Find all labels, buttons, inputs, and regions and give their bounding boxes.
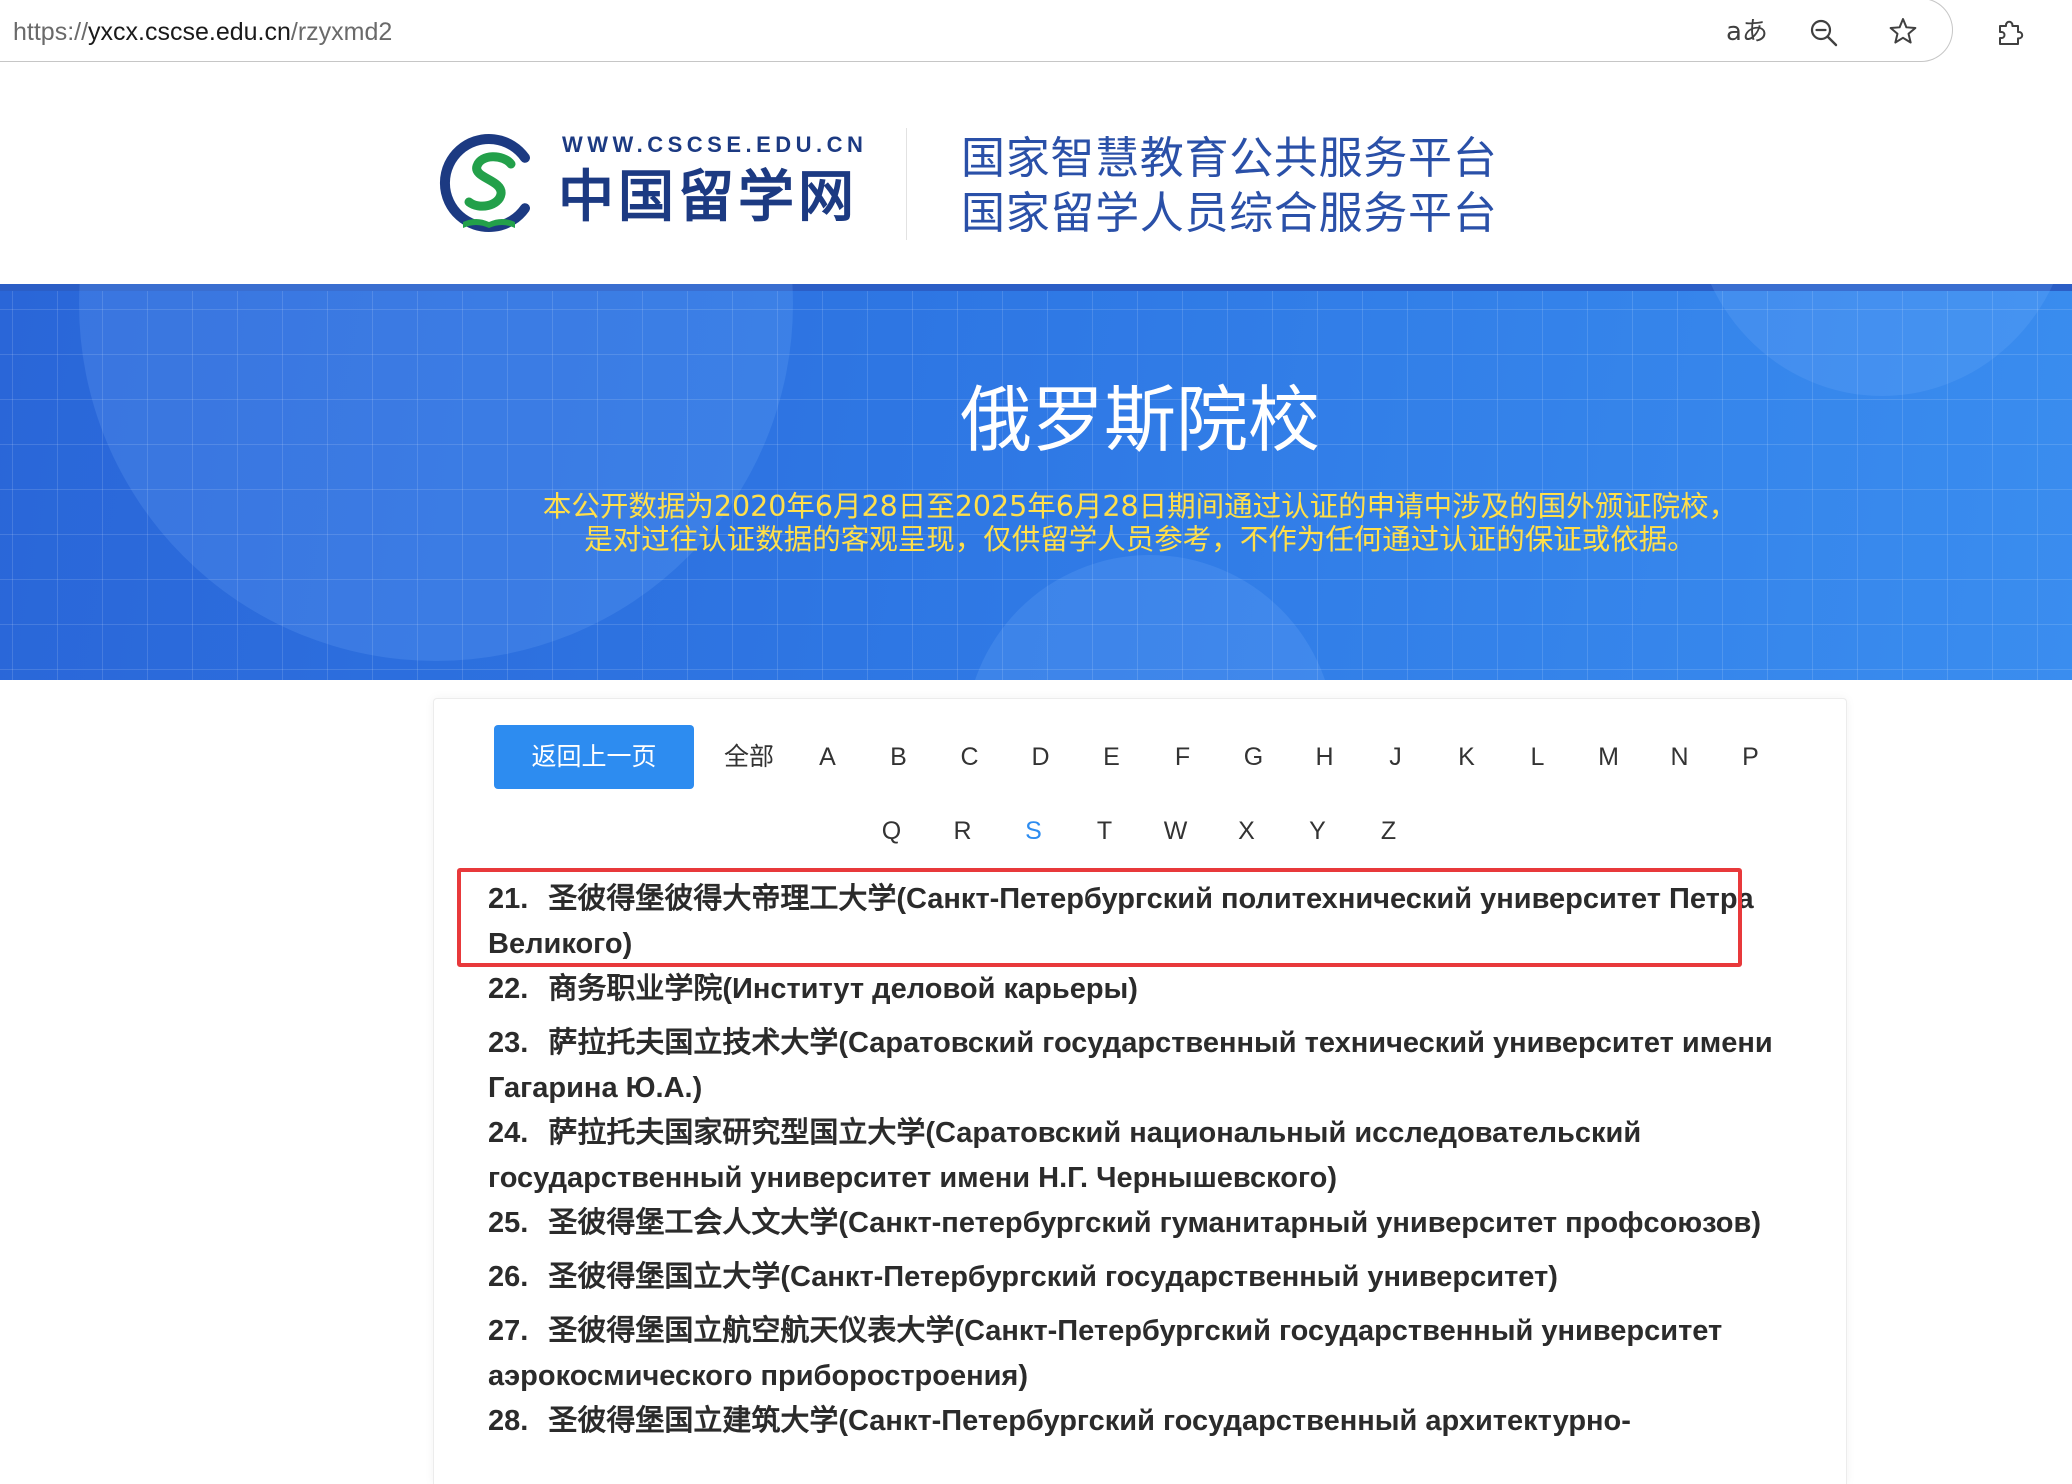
data-notice-line: 本公开数据为2020年6月28日至2025年6月28日期间通过认证的申请中涉及的… [542, 490, 1738, 523]
letter-filter-r[interactable]: R [927, 799, 998, 863]
extensions-icon[interactable] [1994, 16, 2026, 48]
school-list-item: 21. 圣彼得堡彼得大帝理工大学(Санкт-Петербургский поли… [457, 868, 1773, 967]
school-name: 圣彼得堡国立航空航天仪表大学(Санкт-Петербургский госуд… [488, 1315, 1723, 1392]
letter-filter-n[interactable]: N [1644, 725, 1715, 789]
letter-filter-b[interactable]: B [863, 725, 934, 789]
school-number: 24. [488, 1117, 529, 1149]
school-number: 27. [488, 1315, 529, 1347]
banner-grid-pattern [0, 291, 2072, 680]
cscse-logo-mark-icon[interactable] [433, 124, 543, 242]
header-divider [906, 128, 907, 240]
letter-filter-s[interactable]: S [998, 799, 1069, 863]
data-notice: 本公开数据为2020年6月28日至2025年6月28日期间通过认证的申请中涉及的… [433, 490, 1847, 556]
school-name: 圣彼得堡工会人文大学(Санкт-петербургский гуманитар… [548, 1207, 1761, 1239]
zoom-out-icon[interactable] [1808, 17, 1840, 49]
school-name: 圣彼得堡国立建筑大学(Санкт-Петербургский государст… [548, 1405, 1631, 1437]
school-list-item: 23. 萨拉托夫国立技术大学(Саратовский государственны… [488, 1021, 1773, 1111]
letter-filter-h[interactable]: H [1289, 725, 1360, 789]
school-number: 28. [488, 1405, 529, 1437]
letter-filter-x[interactable]: X [1211, 799, 1282, 863]
school-number: 23. [488, 1027, 529, 1059]
school-list-item: 26. 圣彼得堡国立大学(Санкт-Петербургский государс… [488, 1255, 1773, 1309]
letter-filter-z[interactable]: Z [1353, 799, 1424, 863]
letter-filter-y[interactable]: Y [1282, 799, 1353, 863]
page-root: https://yxcx.cscse.edu.cn/rzyxmd2 aあ WWW… [0, 0, 2072, 1484]
letter-filter-w[interactable]: W [1140, 799, 1211, 863]
letter-filter-d[interactable]: D [1005, 725, 1076, 789]
school-number: 21. [488, 883, 529, 915]
letter-filter-p[interactable]: P [1715, 725, 1786, 789]
url-host: yxcx.cscse.edu.cn [88, 18, 291, 46]
data-notice-line: 是对过往认证数据的客观呈现，仅供留学人员参考，不作为任何通过认证的保证或依据。 [584, 523, 1696, 556]
school-number: 22. [488, 973, 529, 1005]
platform-title-education: 国家智慧教育公共服务平台 [961, 133, 1498, 184]
letter-filter-f[interactable]: F [1147, 725, 1218, 789]
school-list-item: 27. 圣彼得堡国立航空航天仪表大学(Санкт-Петербургский го… [488, 1309, 1773, 1399]
letter-filter-g[interactable]: G [1218, 725, 1289, 789]
zoom-out-icon-graphic [1810, 19, 1838, 47]
url-path: /rzyxmd2 [290, 18, 393, 46]
logo-name[interactable]: 中国留学网 [558, 163, 858, 231]
url-scheme: https:// [13, 18, 89, 46]
school-name: 萨拉托夫国家研究型国立大学(Саратовский национальный и… [488, 1117, 1642, 1194]
school-name: 商务职业学院(Институт деловой карьеры) [548, 973, 1138, 1005]
page-title: 俄罗斯院校 [959, 378, 1320, 462]
school-list-item: 24. 萨拉托夫国家研究型国立大学(Саратовский национальны… [488, 1111, 1773, 1201]
school-name: 圣彼得堡彼得大帝理工大学(Санкт-Петербургский политех… [488, 883, 1754, 960]
extensions-icon-graphic [1999, 20, 2024, 45]
page-banner: 俄罗斯院校 本公开数据为2020年6月28日至2025年6月28日期间通过认证的… [0, 284, 2072, 680]
address-bar[interactable]: https://yxcx.cscse.edu.cn/rzyxmd2 [0, 0, 1953, 62]
school-list-item: 22. 商务职业学院(Институт деловой карьеры) [488, 967, 1773, 1021]
platform-title-study-abroad: 国家留学人员综合服务平台 [961, 188, 1498, 239]
letter-filter-t[interactable]: T [1069, 799, 1140, 863]
school-name: 圣彼得堡国立大学(Санкт-Петербургский государстве… [548, 1261, 1558, 1293]
school-list-card: 返回上一页 全部 ABCDEFGHJKLMNP QRSTWXYZ 21. 圣彼得堡彼… [433, 698, 1847, 1484]
site-header: WWW.CSCSE.EDU.CN 中国留学网 国家智慧教育公共服务平台 国家留学… [0, 63, 2072, 284]
letter-filter-all[interactable]: 全部 [706, 725, 792, 789]
favorite-star-icon[interactable] [1887, 16, 1919, 48]
school-number: 26. [488, 1261, 529, 1293]
letter-filter-q[interactable]: Q [856, 799, 927, 863]
favorite-star-icon-graphic [1889, 18, 1917, 44]
letter-filter-bar: 返回上一页 全部 ABCDEFGHJKLMNP QRSTWXYZ [488, 725, 1792, 863]
school-name: 萨拉托夫国立技术大学(Саратовский государственный т… [488, 1027, 1773, 1104]
letter-filter-k[interactable]: K [1431, 725, 1502, 789]
letter-filter-e[interactable]: E [1076, 725, 1147, 789]
school-number: 25. [488, 1207, 529, 1239]
school-list: 21. 圣彼得堡彼得大帝理工大学(Санкт-Петербургский поли… [457, 868, 1773, 1453]
letter-filter-m[interactable]: M [1573, 725, 1644, 789]
back-button[interactable]: 返回上一页 [494, 725, 694, 789]
letter-filter-a[interactable]: A [792, 725, 863, 789]
letter-filter-l[interactable]: L [1502, 725, 1573, 789]
letter-filter-c[interactable]: C [934, 725, 1005, 789]
url-text[interactable]: https://yxcx.cscse.edu.cn/rzyxmd2 [13, 15, 392, 49]
school-list-item: 25. 圣彼得堡工会人文大学(Санкт-петербургский гумани… [488, 1201, 1773, 1255]
browser-toolbar: https://yxcx.cscse.edu.cn/rzyxmd2 aあ [0, 0, 2072, 63]
school-list-item: 28. 圣彼得堡国立建筑大学(Санкт-Петербургский госуда… [488, 1399, 1773, 1453]
logo-url-text[interactable]: WWW.CSCSE.EDU.CN [562, 131, 867, 159]
letter-filter-j[interactable]: J [1360, 725, 1431, 789]
platform-titles: 国家智慧教育公共服务平台 国家留学人员综合服务平台 [961, 131, 1497, 241]
translate-icon[interactable]: aあ [1726, 15, 1768, 49]
